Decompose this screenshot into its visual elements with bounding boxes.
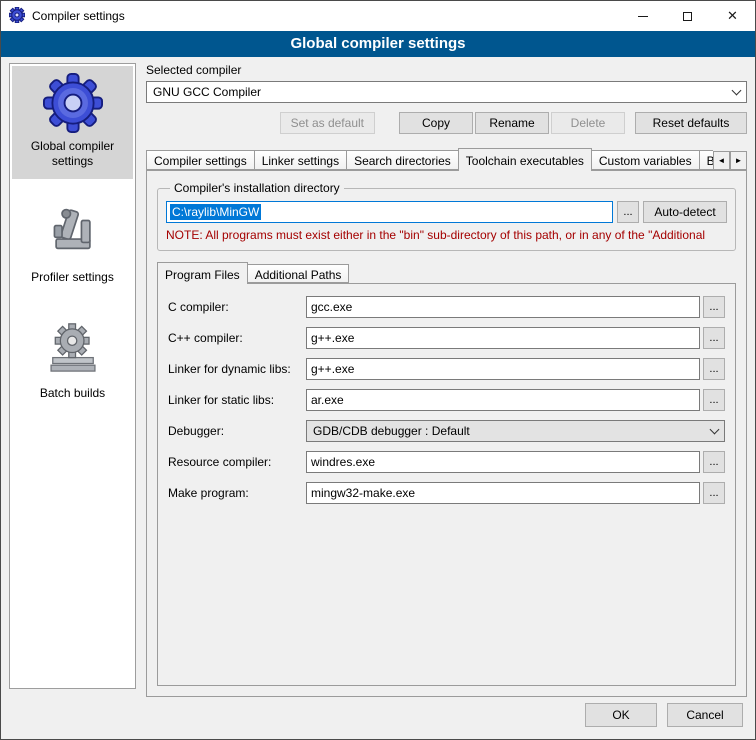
reset-defaults-button[interactable]: Reset defaults xyxy=(635,112,747,134)
subtab-additional-paths[interactable]: Additional Paths xyxy=(247,264,350,283)
rename-button[interactable]: Rename xyxy=(475,112,549,134)
close-button[interactable]: ✕ xyxy=(710,1,755,31)
dialog-content: Global compiler settings Profiler set xyxy=(1,57,755,697)
field-row-debugger: Debugger: GDB/CDB debugger : Default xyxy=(168,420,725,442)
field-row-static-linker: Linker for static libs: ... xyxy=(168,389,725,411)
compiler-settings-window: Compiler settings ✕ Global compiler sett… xyxy=(0,0,756,740)
sidebar-item-label: Global compiler settings xyxy=(14,139,131,169)
minimize-icon xyxy=(638,16,648,17)
program-files-panel: C compiler: ... C++ compiler: ... xyxy=(157,283,736,686)
delete-button[interactable]: Delete xyxy=(551,112,625,134)
tabs-scroll-area: Compiler settings Linker settings Search… xyxy=(146,147,713,171)
installation-directory-browse-button[interactable]: ... xyxy=(617,201,639,223)
dynamic-linker-input[interactable] xyxy=(306,358,700,380)
selected-compiler-value: GNU GCC Compiler xyxy=(153,85,726,99)
ok-button[interactable]: OK xyxy=(585,703,657,727)
window-title: Compiler settings xyxy=(32,9,125,23)
close-icon: ✕ xyxy=(727,8,738,24)
titlebar: Compiler settings ✕ xyxy=(1,1,755,31)
installation-directory-row: C:\raylib\MinGW ... Auto-detect xyxy=(166,201,727,223)
clamp-tool-icon xyxy=(46,203,100,265)
sidebar-item-batch-builds[interactable]: Batch builds xyxy=(12,313,133,411)
field-row-resource-compiler: Resource compiler: ... xyxy=(168,451,725,473)
copy-button[interactable]: Copy xyxy=(399,112,473,134)
cpp-compiler-browse-button[interactable]: ... xyxy=(703,327,725,349)
debugger-combobox[interactable]: GDB/CDB debugger : Default xyxy=(306,420,725,442)
dialog-header: Global compiler settings xyxy=(1,31,755,57)
tab-scroll-right-button[interactable]: ► xyxy=(730,151,747,170)
debugger-value: GDB/CDB debugger : Default xyxy=(313,424,704,438)
tab-scroll-left-button[interactable]: ◄ xyxy=(713,151,730,170)
installation-directory-legend: Compiler's installation directory xyxy=(170,181,344,195)
tab-search-directories[interactable]: Search directories xyxy=(346,150,459,170)
maximize-button[interactable] xyxy=(665,1,710,31)
static-linker-label: Linker for static libs: xyxy=(168,393,306,407)
arrow-right-icon: ► xyxy=(735,157,743,165)
note-text: NOTE: All programs must exist either in … xyxy=(166,228,727,242)
set-as-default-button[interactable]: Set as default xyxy=(280,112,375,134)
field-row-c-compiler: C compiler: ... xyxy=(168,296,725,318)
sidebar-item-profiler-settings[interactable]: Profiler settings xyxy=(12,197,133,295)
make-program-browse-button[interactable]: ... xyxy=(703,482,725,504)
tab-toolchain-executables[interactable]: Toolchain executables xyxy=(458,148,592,171)
tab-build-truncated[interactable]: Buil xyxy=(699,150,713,170)
settings-tabstrip: Compiler settings Linker settings Search… xyxy=(146,147,747,171)
autodetect-button[interactable]: Auto-detect xyxy=(643,201,727,223)
resource-compiler-input[interactable] xyxy=(306,451,700,473)
static-linker-browse-button[interactable]: ... xyxy=(703,389,725,411)
c-compiler-label: C compiler: xyxy=(168,300,306,314)
make-program-label: Make program: xyxy=(168,486,306,500)
subtab-program-files[interactable]: Program Files xyxy=(157,262,248,284)
selected-compiler-label: Selected compiler xyxy=(146,63,747,77)
program-files-tabstrip: Program Files Additional Paths xyxy=(157,261,736,284)
blue-gear-icon xyxy=(43,72,103,134)
cpp-compiler-label: C++ compiler: xyxy=(168,331,306,345)
main-area: Selected compiler GNU GCC Compiler Set a… xyxy=(146,63,747,697)
cancel-button[interactable]: Cancel xyxy=(667,703,743,727)
app-icon xyxy=(9,7,25,26)
tab-linker-settings[interactable]: Linker settings xyxy=(254,150,347,170)
tab-custom-variables[interactable]: Custom variables xyxy=(591,150,700,170)
sidebar-item-label: Profiler settings xyxy=(31,270,114,285)
installation-directory-input[interactable]: C:\raylib\MinGW xyxy=(166,201,613,223)
sidebar: Global compiler settings Profiler set xyxy=(9,63,136,689)
resource-compiler-label: Resource compiler: xyxy=(168,455,306,469)
minimize-button[interactable] xyxy=(620,1,665,31)
arrow-left-icon: ◄ xyxy=(718,157,726,165)
maximize-icon xyxy=(683,12,692,21)
window-controls: ✕ xyxy=(620,1,755,31)
installation-directory-groupbox: Compiler's installation directory C:\ray… xyxy=(157,181,736,251)
sidebar-item-label: Batch builds xyxy=(40,386,105,401)
installation-directory-value: C:\raylib\MinGW xyxy=(170,204,261,220)
tab-compiler-settings[interactable]: Compiler settings xyxy=(146,150,255,170)
chevron-down-icon xyxy=(726,82,746,102)
compiler-button-row: Set as default Copy Rename Delete Reset … xyxy=(146,112,747,134)
sidebar-item-global-compiler-settings[interactable]: Global compiler settings xyxy=(12,66,133,179)
static-linker-input[interactable] xyxy=(306,389,700,411)
toolchain-executables-panel: Compiler's installation directory C:\ray… xyxy=(146,170,747,697)
gray-gear-stack-icon xyxy=(46,319,100,381)
dynamic-linker-label: Linker for dynamic libs: xyxy=(168,362,306,376)
dialog-footer: OK Cancel xyxy=(1,697,755,739)
field-row-make-program: Make program: ... xyxy=(168,482,725,504)
selected-compiler-combobox[interactable]: GNU GCC Compiler xyxy=(146,81,747,103)
c-compiler-input[interactable] xyxy=(306,296,700,318)
field-row-dynamic-linker: Linker for dynamic libs: ... xyxy=(168,358,725,380)
cpp-compiler-input[interactable] xyxy=(306,327,700,349)
make-program-input[interactable] xyxy=(306,482,700,504)
chevron-down-icon xyxy=(704,421,724,441)
c-compiler-browse-button[interactable]: ... xyxy=(703,296,725,318)
dynamic-linker-browse-button[interactable]: ... xyxy=(703,358,725,380)
debugger-label: Debugger: xyxy=(168,424,306,438)
resource-compiler-browse-button[interactable]: ... xyxy=(703,451,725,473)
field-row-cpp-compiler: C++ compiler: ... xyxy=(168,327,725,349)
